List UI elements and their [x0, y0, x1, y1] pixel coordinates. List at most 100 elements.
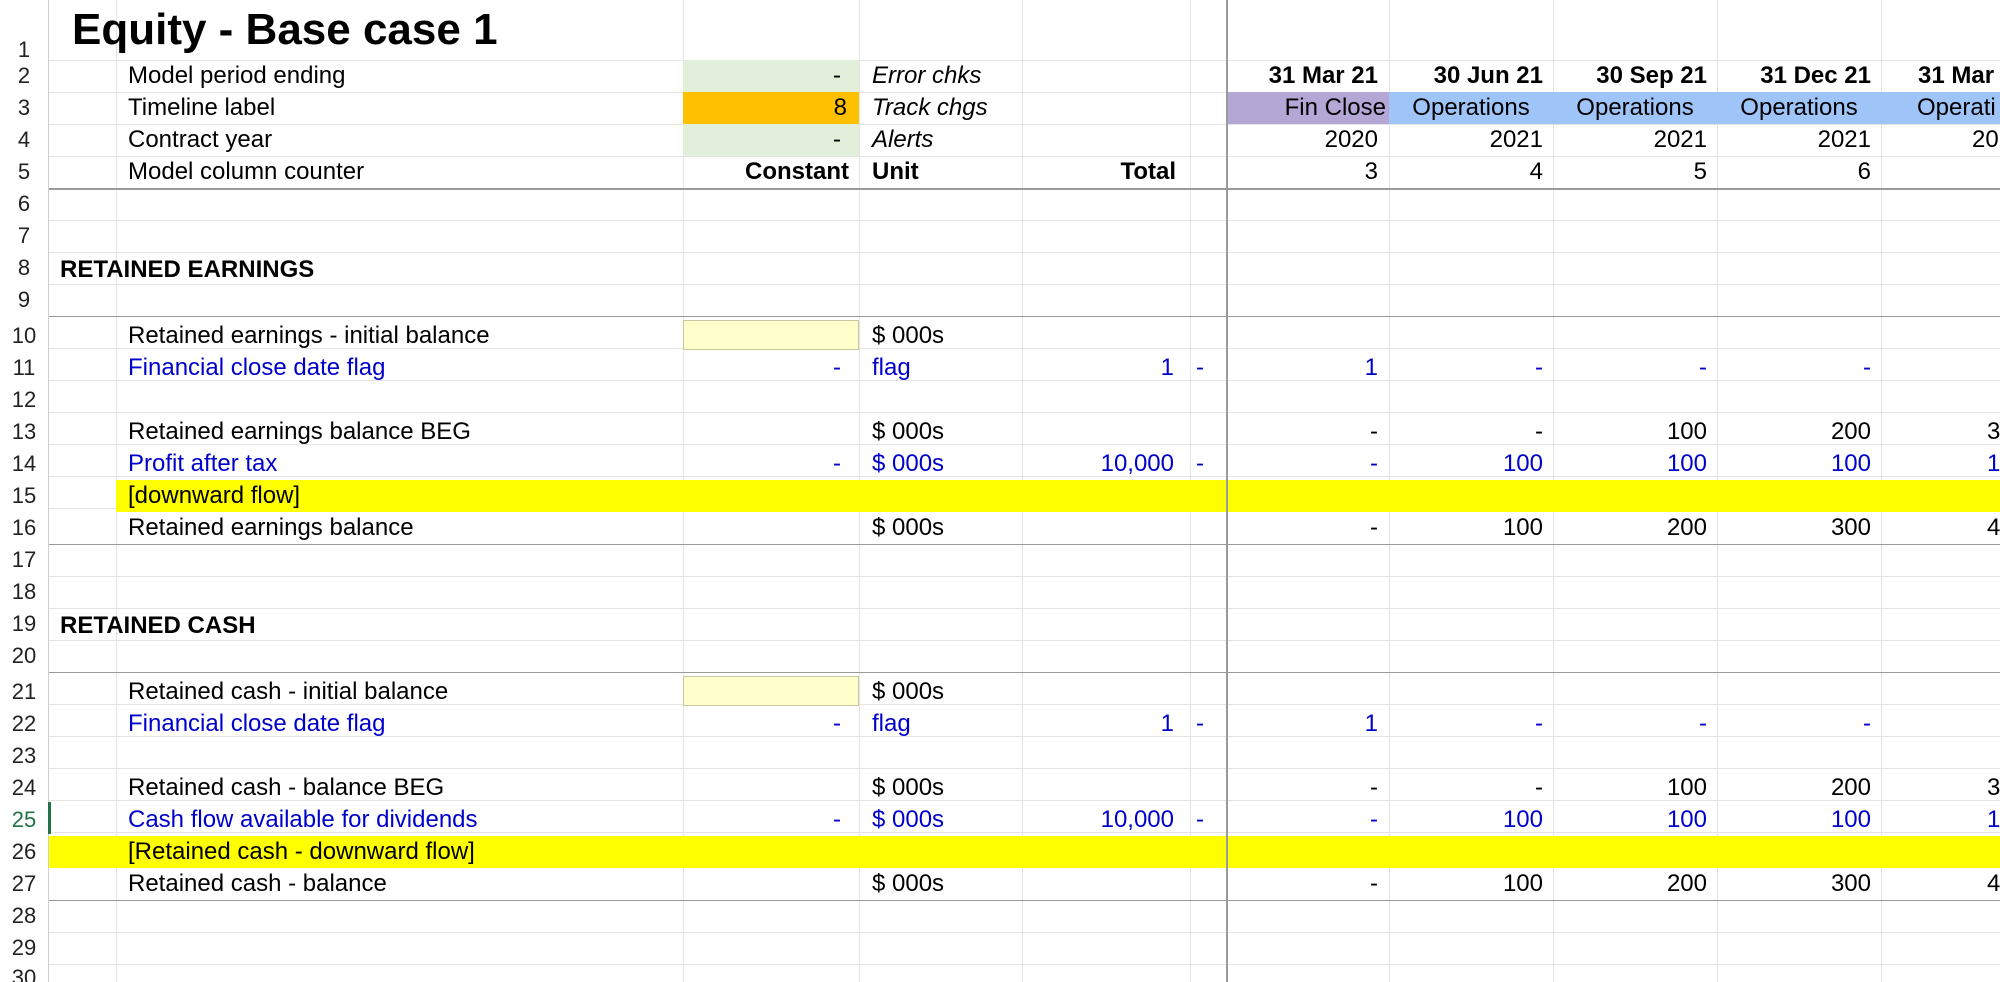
row-number[interactable]: 22	[0, 708, 48, 740]
row-number[interactable]: 15	[0, 480, 48, 512]
value-cell[interactable]: -	[1389, 416, 1543, 448]
row-number[interactable]: 3	[0, 92, 48, 124]
value-cell[interactable]: -	[1226, 772, 1378, 804]
total-cell: 1	[1160, 710, 1174, 737]
row-number-active[interactable]: 25	[0, 804, 48, 836]
value-cell[interactable]: 1	[1987, 804, 2000, 836]
value-cell[interactable]: 100	[1553, 448, 1707, 480]
row-number[interactable]: 24	[0, 772, 48, 804]
row-number[interactable]: 28	[0, 900, 48, 932]
error-checks-label: Error chks	[872, 62, 982, 89]
row-number[interactable]: 13	[0, 416, 48, 448]
value-cell[interactable]: -	[1226, 804, 1378, 836]
row-number[interactable]: 17	[0, 544, 48, 576]
row-number[interactable]: 16	[0, 512, 48, 544]
row-number[interactable]: 26	[0, 836, 48, 868]
row-number[interactable]: 30	[0, 962, 48, 982]
timeline-year: 2020	[1324, 126, 1378, 153]
alerts-label: Alerts	[872, 126, 934, 153]
timeline-year: 2021	[1817, 126, 1871, 153]
total-header: Total	[1120, 158, 1176, 185]
value-cell[interactable]: -	[1553, 708, 1707, 740]
timeline-date: 31 Dec 21	[1760, 62, 1871, 89]
spreadsheet-grid[interactable]: 1 2 3 4 5 6 7 8 9 10 11 12 13 14 15 16 1…	[0, 0, 2000, 982]
constant-cell[interactable]: -	[683, 708, 841, 740]
row-number[interactable]: 5	[0, 156, 48, 188]
re-downward-flow-bar	[116, 480, 2000, 512]
value-cell[interactable]: -	[1717, 352, 1871, 384]
row-number[interactable]: 11	[0, 352, 48, 384]
value-cell[interactable]: 100	[1389, 804, 1543, 836]
contract-year-value[interactable]: -	[683, 124, 841, 156]
value-cell[interactable]: -	[1389, 772, 1543, 804]
row-number[interactable]: 27	[0, 868, 48, 900]
value-cell[interactable]: -	[1226, 868, 1378, 900]
value-cell[interactable]: 100	[1389, 868, 1543, 900]
re-balance-beg-label: Retained earnings balance BEG	[128, 418, 471, 445]
total-cell: 10,000	[1100, 450, 1174, 477]
value-cell[interactable]: 3	[1987, 772, 2000, 804]
value-cell[interactable]: 1	[1987, 448, 2000, 480]
value-cell[interactable]: 200	[1717, 772, 1871, 804]
profit-after-tax-label: Profit after tax	[128, 450, 278, 477]
value-cell[interactable]: 100	[1553, 804, 1707, 836]
constant-cell[interactable]: -	[683, 804, 841, 836]
value-cell[interactable]: 100	[1389, 512, 1543, 544]
unit-cell: $ 000s	[872, 450, 945, 477]
value-cell[interactable]: 4	[1987, 512, 2000, 544]
value-cell[interactable]: 100	[1717, 448, 1871, 480]
rc-balance-beg-label: Retained cash - balance BEG	[128, 774, 445, 801]
row-number[interactable]: 21	[0, 676, 48, 708]
value-cell[interactable]: 200	[1717, 416, 1871, 448]
row-number[interactable]: 14	[0, 448, 48, 480]
value-cell[interactable]: 3	[1987, 416, 2000, 448]
value-cell[interactable]: 300	[1717, 512, 1871, 544]
row-number[interactable]: 8	[0, 252, 48, 284]
re-initial-balance-input[interactable]	[683, 320, 859, 350]
value-cell[interactable]: 100	[1717, 804, 1871, 836]
model-period-ending-value[interactable]: -	[683, 60, 841, 92]
value-cell[interactable]: 100	[1389, 448, 1543, 480]
row-number[interactable]: 7	[0, 220, 48, 252]
row-number[interactable]: 19	[0, 608, 48, 640]
dash-cell: -	[1196, 450, 1204, 477]
value-cell[interactable]: 300	[1717, 868, 1871, 900]
value-cell[interactable]: -	[1226, 512, 1378, 544]
value-cell[interactable]: 100	[1553, 772, 1707, 804]
row-number[interactable]: 12	[0, 384, 48, 416]
value-cell[interactable]: 100	[1553, 416, 1707, 448]
row-number[interactable]: 23	[0, 740, 48, 772]
row-number[interactable]: 9	[0, 284, 48, 316]
value-cell[interactable]: 1	[1226, 708, 1378, 740]
row-number[interactable]: 20	[0, 640, 48, 672]
rc-downward-flow-label: [Retained cash - downward flow]	[128, 838, 475, 865]
row-number[interactable]: 18	[0, 576, 48, 608]
constant-header: Constant	[745, 158, 849, 185]
value-cell[interactable]: 200	[1553, 868, 1707, 900]
page-title: Equity - Base case 1	[72, 5, 498, 54]
constant-cell[interactable]: -	[683, 352, 841, 384]
value-cell[interactable]: -	[1226, 416, 1378, 448]
row-number[interactable]: 4	[0, 124, 48, 156]
row-number[interactable]: 29	[0, 932, 48, 964]
row-number[interactable]: 6	[0, 188, 48, 220]
rc-initial-balance-input[interactable]	[683, 676, 859, 706]
unit-cell: $ 000s	[872, 322, 945, 349]
value-cell[interactable]: -	[1717, 708, 1871, 740]
value-cell[interactable]: 4	[1987, 868, 2000, 900]
timeline-year: 2021	[1489, 126, 1543, 153]
timeline-label-value[interactable]: 8	[683, 92, 847, 124]
unit-cell: $ 000s	[872, 806, 945, 833]
timeline-counter: 4	[1529, 158, 1543, 185]
value-cell[interactable]: -	[1553, 352, 1707, 384]
value-cell[interactable]: 1	[1226, 352, 1378, 384]
value-cell[interactable]: -	[1226, 448, 1378, 480]
value-cell[interactable]: -	[1389, 708, 1543, 740]
unit-cell: $ 000s	[872, 870, 945, 897]
row-number[interactable]: 2	[0, 60, 48, 92]
value-cell[interactable]: 200	[1553, 512, 1707, 544]
value-cell[interactable]: -	[1389, 352, 1543, 384]
constant-cell[interactable]: -	[683, 448, 841, 480]
timeline-counter: 3	[1364, 158, 1378, 185]
row-number[interactable]: 10	[0, 320, 48, 352]
